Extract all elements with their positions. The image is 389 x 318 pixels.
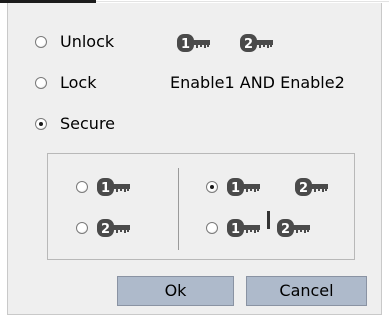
key-1-icon: 1 xyxy=(226,177,261,197)
key-1-icon: 1 xyxy=(96,177,131,197)
unlock-radio[interactable] xyxy=(35,36,47,48)
ok-button[interactable]: Ok xyxy=(117,276,234,306)
secure-radio[interactable] xyxy=(35,118,47,130)
svg-text:2: 2 xyxy=(281,222,290,237)
svg-text:2: 2 xyxy=(101,222,110,237)
key-1-icon: 1 xyxy=(176,33,211,53)
key-2-icon: 2 xyxy=(239,33,274,53)
unlock-label[interactable]: Unlock xyxy=(60,32,114,51)
or-separator xyxy=(267,211,270,229)
svg-text:1: 1 xyxy=(181,37,190,52)
cancel-button[interactable]: Cancel xyxy=(246,276,367,306)
secure-label[interactable]: Secure xyxy=(60,114,115,133)
options-divider xyxy=(178,168,179,250)
svg-text:1: 1 xyxy=(101,181,110,196)
key-1-icon: 1 xyxy=(226,218,261,238)
key-2-icon: 2 xyxy=(276,218,311,238)
lock-label[interactable]: Lock xyxy=(60,73,96,92)
secure-options-group xyxy=(47,153,355,260)
secure-key1-or-key2-radio[interactable] xyxy=(206,222,218,234)
secure-key1-radio[interactable] xyxy=(76,181,88,193)
key-2-icon: 2 xyxy=(294,177,329,197)
svg-text:1: 1 xyxy=(231,222,240,237)
tab-strip-line xyxy=(96,1,389,2)
svg-text:2: 2 xyxy=(244,37,253,52)
enable-condition-text: Enable1 AND Enable2 xyxy=(170,73,345,92)
lock-radio[interactable] xyxy=(35,77,47,89)
secure-key1-and-key2-radio[interactable] xyxy=(206,181,218,193)
key-2-icon: 2 xyxy=(96,218,131,238)
svg-text:1: 1 xyxy=(231,181,240,196)
svg-text:2: 2 xyxy=(299,181,308,196)
secure-key2-radio[interactable] xyxy=(76,222,88,234)
